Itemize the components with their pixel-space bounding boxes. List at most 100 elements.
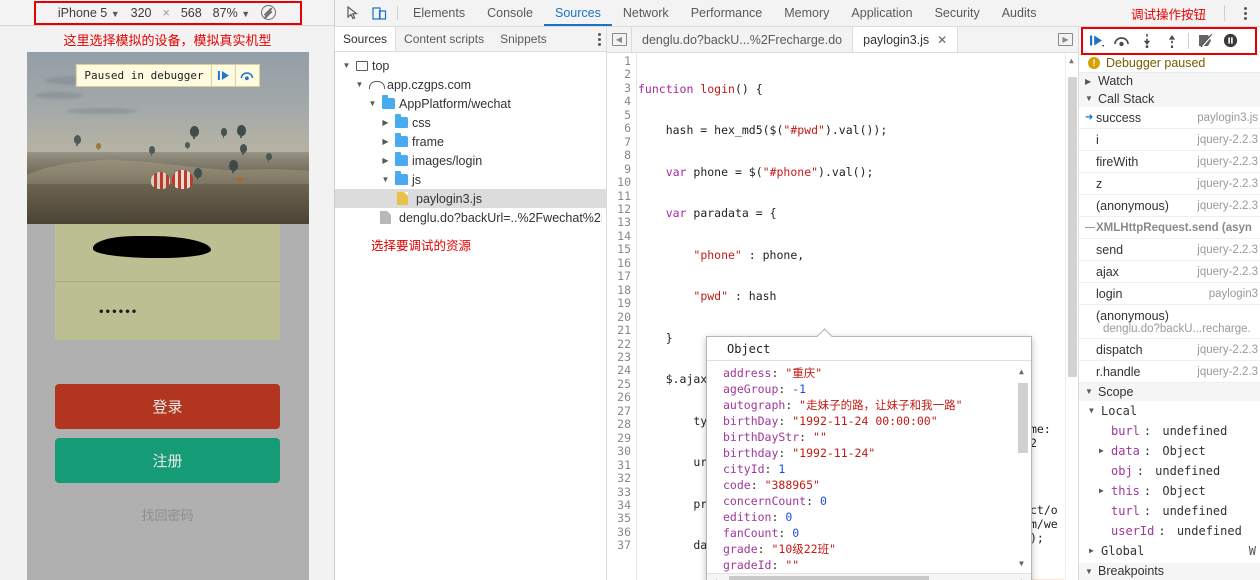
close-icon[interactable]: ✕	[937, 33, 947, 47]
line-number[interactable]: 21	[607, 323, 636, 337]
tab-security[interactable]: Security	[924, 0, 991, 26]
tree-item-css[interactable]: ▶ css	[335, 113, 606, 132]
line-number[interactable]: 32	[607, 471, 636, 485]
login-button[interactable]: 登录	[55, 384, 280, 429]
scope-variable[interactable]: userId: undefined	[1079, 521, 1260, 541]
object-value-popover[interactable]: Object address: "重庆" ageGroup: -1 autogr…	[706, 336, 1032, 580]
line-number[interactable]: 35	[607, 511, 636, 525]
property-row[interactable]: edition: 0	[723, 509, 1031, 525]
editor-tab-denglu[interactable]: denglu.do?backU...%2Frecharge.do	[632, 27, 852, 52]
editor-tab-paylogin3[interactable]: paylogin3.js ✕	[852, 27, 959, 52]
scrollbar-thumb[interactable]	[729, 576, 929, 580]
chevron-down-icon[interactable]: ▼	[1085, 567, 1093, 576]
line-number[interactable]: 3	[607, 81, 636, 95]
line-number[interactable]: 28	[607, 417, 636, 431]
line-number[interactable]: 18	[607, 283, 636, 297]
chevron-down-icon[interactable]: ▼	[1085, 94, 1093, 103]
section-scope[interactable]: ▼ Scope	[1079, 383, 1260, 401]
line-number[interactable]: 36	[607, 525, 636, 539]
line-number[interactable]: 12	[607, 202, 636, 216]
tree-item-frame[interactable]: ▶ frame	[335, 132, 606, 151]
chevron-down-icon[interactable]: ▼	[341, 61, 352, 70]
tab-sources[interactable]: Sources	[544, 0, 612, 26]
property-row[interactable]: ageGroup: -1	[723, 381, 1031, 397]
chevron-right-icon[interactable]: ▶	[1085, 77, 1093, 86]
navigator-tab-snippets[interactable]: Snippets	[492, 27, 555, 51]
scope-variable[interactable]: burl: undefined	[1079, 421, 1260, 441]
section-breakpoints[interactable]: ▼ Breakpoints	[1079, 562, 1260, 580]
tree-item-images-login[interactable]: ▶ images/login	[335, 151, 606, 170]
line-number[interactable]: 25	[607, 377, 636, 391]
zoom-select[interactable]: 87% ▼	[213, 6, 250, 20]
scroll-up-icon[interactable]: ▲	[1069, 56, 1074, 65]
line-number[interactable]: 29	[607, 431, 636, 445]
scroll-tabs-right-icon[interactable]: ▶	[1053, 27, 1078, 52]
resume-script-icon[interactable]	[1084, 30, 1109, 52]
line-number[interactable]: 13	[607, 215, 636, 229]
line-number[interactable]: 16	[607, 256, 636, 270]
overlay-step-over-icon[interactable]	[234, 65, 259, 86]
property-row[interactable]: birthDay: "1992-11-24 00:00:00"	[723, 413, 1031, 429]
call-stack-row[interactable]: (anonymous) denglu.do?backU...recharge.	[1079, 305, 1260, 340]
scope-global-header[interactable]: ▶ Global W	[1079, 541, 1260, 561]
line-number[interactable]: 27	[607, 404, 636, 418]
popover-vertical-scrollbar[interactable]: ▲ ▼	[1017, 365, 1029, 570]
scope-variable[interactable]: ▶ data: Object	[1079, 441, 1260, 461]
chevron-down-icon[interactable]: ▼	[367, 99, 378, 108]
device-height-input[interactable]: 568	[181, 6, 202, 20]
tab-elements[interactable]: Elements	[402, 0, 476, 26]
scope-variable[interactable]: turl: undefined	[1079, 501, 1260, 521]
line-number[interactable]: 6	[607, 121, 636, 135]
tree-item-paylogin3-js[interactable]: paylogin3.js	[335, 189, 606, 208]
property-row[interactable]: grade: "10级22班"	[723, 541, 1031, 557]
line-number[interactable]: 15	[607, 242, 636, 256]
tab-audits[interactable]: Audits	[991, 0, 1048, 26]
step-into-icon[interactable]	[1134, 30, 1159, 52]
property-row[interactable]: birthDayStr: ""	[723, 429, 1031, 445]
register-button[interactable]: 注册	[55, 438, 280, 483]
line-number[interactable]: 11	[607, 189, 636, 203]
deactivate-breakpoints-icon[interactable]	[1193, 30, 1218, 52]
chevron-down-icon[interactable]: ▼	[380, 175, 391, 184]
pause-on-exceptions-icon[interactable]	[1218, 30, 1243, 52]
call-stack-row[interactable]: fireWith jquery-2.2.3	[1079, 151, 1260, 174]
editor-vertical-scrollbar[interactable]: ▲	[1065, 53, 1078, 580]
scroll-down-icon[interactable]: ▼	[1019, 559, 1024, 568]
line-number[interactable]: 5	[607, 108, 636, 122]
call-stack-row[interactable]: z jquery-2.2.3	[1079, 173, 1260, 196]
scope-local-header[interactable]: ▼ Local	[1079, 401, 1260, 421]
inspect-element-icon[interactable]	[345, 5, 361, 21]
popover-property-list[interactable]: address: "重庆" ageGroup: -1 autograph: "走…	[707, 362, 1031, 572]
call-stack-row[interactable]: r.handle jquery-2.2.3	[1079, 361, 1260, 384]
line-number[interactable]: 4	[607, 94, 636, 108]
scroll-right-icon[interactable]: ▶	[1021, 574, 1026, 580]
line-number[interactable]: 2	[607, 67, 636, 81]
call-stack-row[interactable]: login paylogin3	[1079, 283, 1260, 306]
navigator-more-icon[interactable]	[593, 32, 606, 46]
forgot-password-link[interactable]: 找回密码	[27, 505, 309, 524]
line-number[interactable]: 17	[607, 269, 636, 283]
scope-variable[interactable]: obj: undefined	[1079, 461, 1260, 481]
line-number[interactable]: 8	[607, 148, 636, 162]
step-over-icon[interactable]	[1109, 30, 1134, 52]
call-stack-row[interactable]: dispatch jquery-2.2.3	[1079, 339, 1260, 362]
line-number[interactable]: 33	[607, 485, 636, 499]
navigator-tab-sources[interactable]: Sources	[334, 27, 397, 51]
call-stack-row[interactable]: (anonymous) jquery-2.2.3	[1079, 195, 1260, 218]
code-viewer[interactable]: 1 2 3 4 5 6 7 8 9 10 11 12 13 14 15 16 17 18 19 20 21 22 23 24 2…	[607, 53, 1078, 580]
property-row[interactable]: address: "重庆"	[723, 365, 1031, 381]
line-number[interactable]: 1	[607, 54, 636, 68]
line-number[interactable]: 14	[607, 229, 636, 243]
line-number[interactable]: 9	[607, 162, 636, 176]
step-out-icon[interactable]	[1159, 30, 1184, 52]
section-watch[interactable]: ▶ Watch	[1079, 72, 1260, 90]
tree-item-domain[interactable]: ▼ app.czgps.com	[335, 75, 606, 94]
phone-field[interactable]	[55, 224, 280, 282]
no-throttling-icon[interactable]	[261, 5, 277, 20]
device-model-select[interactable]: iPhone 5 ▼	[58, 6, 120, 20]
tree-item-js[interactable]: ▼ js	[335, 170, 606, 189]
navigator-tab-content-scripts[interactable]: Content scripts	[396, 27, 492, 51]
property-row[interactable]: code: "388965"	[723, 477, 1031, 493]
property-row[interactable]: cityId: 1	[723, 461, 1031, 477]
chevron-down-icon[interactable]: ▼	[1089, 406, 1097, 415]
